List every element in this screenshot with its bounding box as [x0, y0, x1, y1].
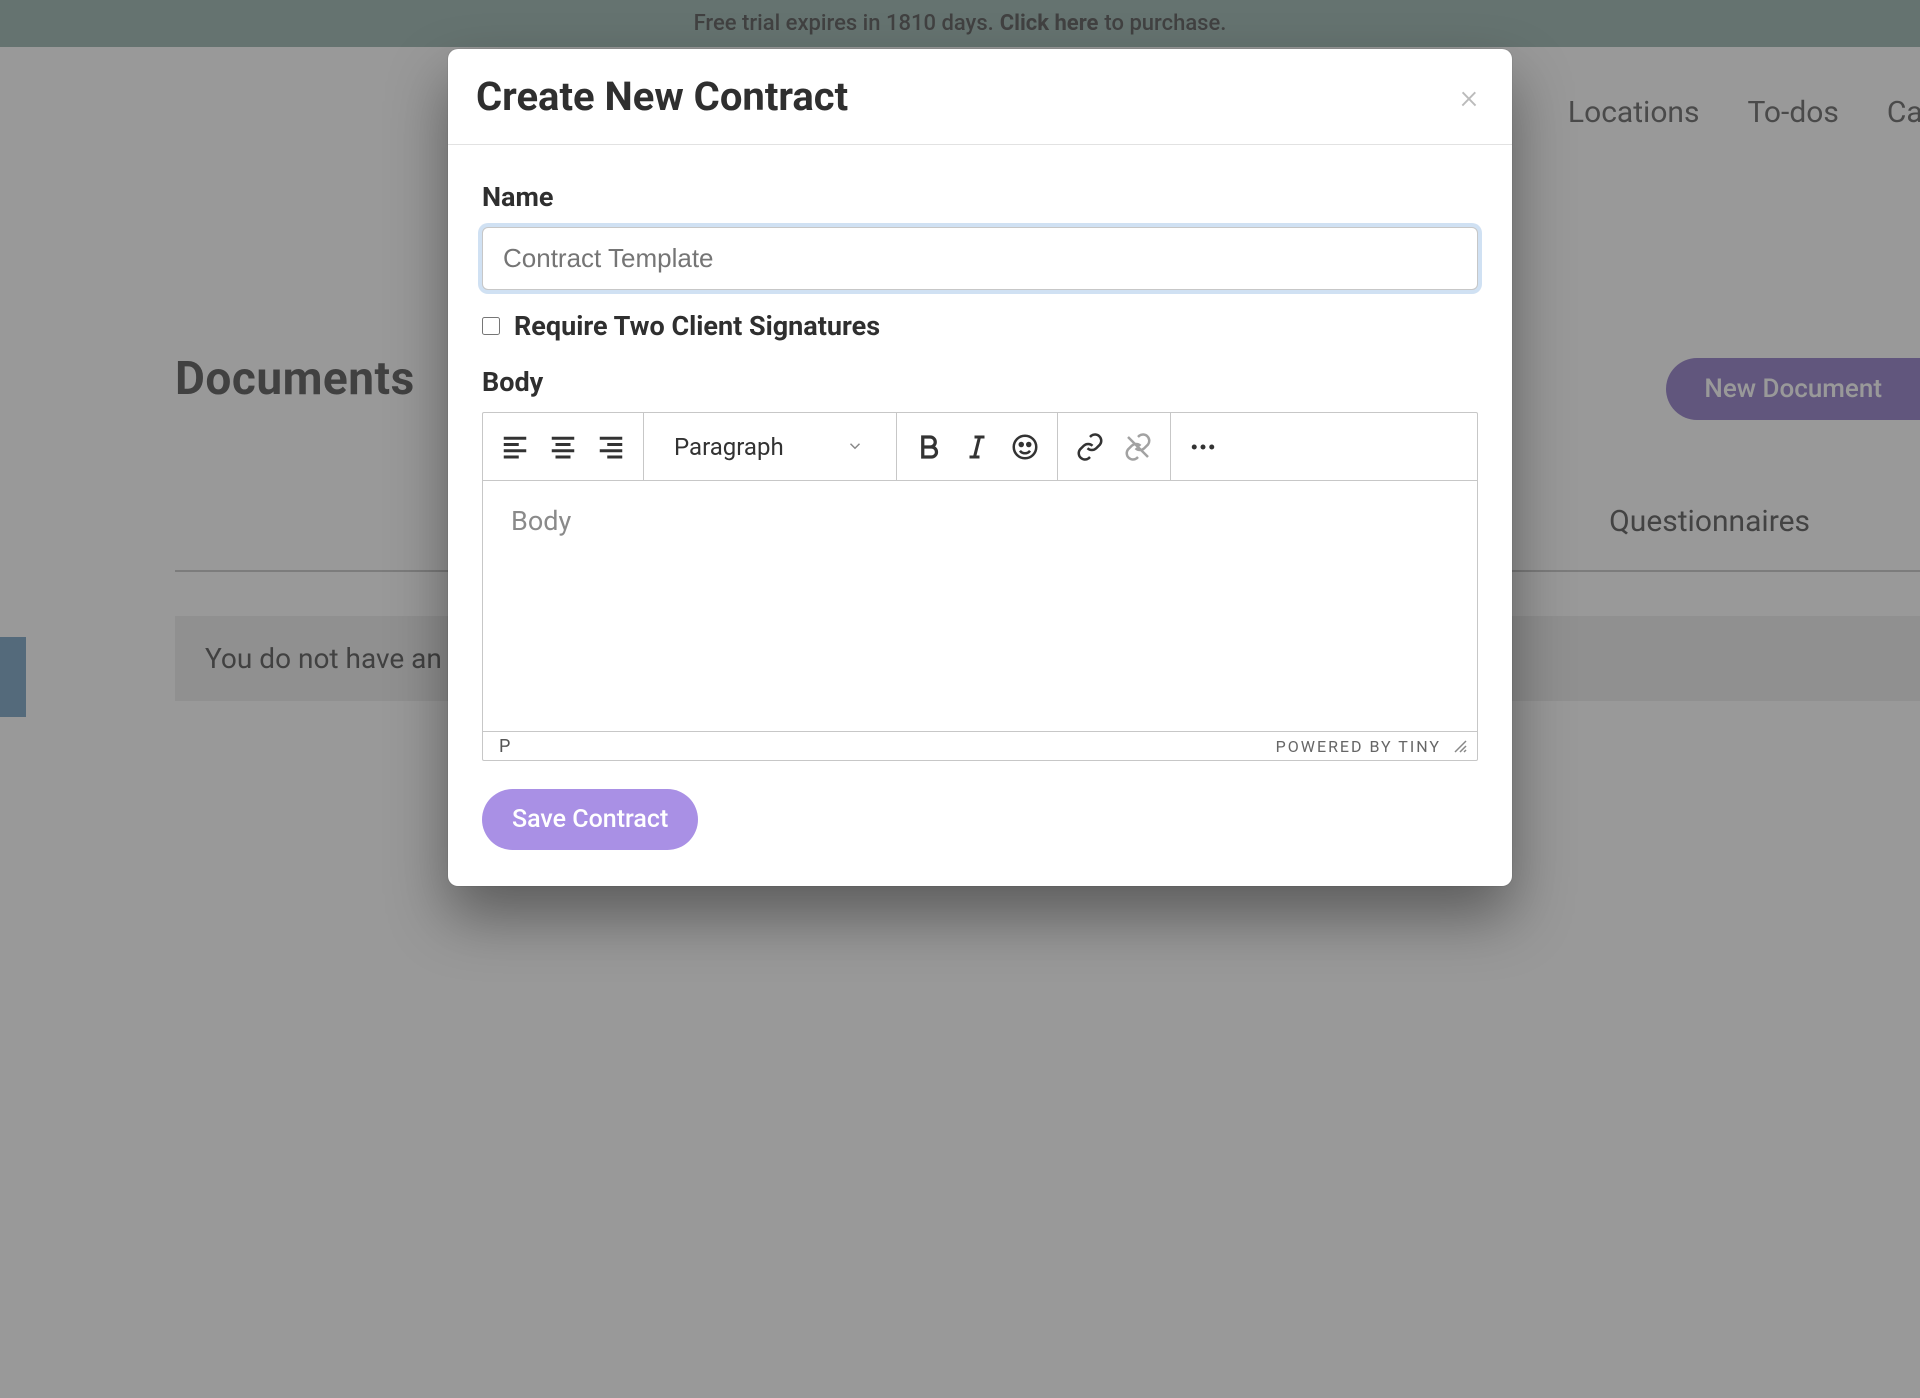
format-dropdown-label: Paragraph [674, 433, 784, 461]
format-dropdown[interactable]: Paragraph [652, 433, 888, 461]
require-two-signatures-label[interactable]: Require Two Client Signatures [514, 310, 880, 342]
body-label: Body [482, 366, 1478, 398]
align-center-icon[interactable] [539, 423, 587, 471]
editor-body[interactable]: Body [483, 481, 1477, 731]
more-icon[interactable] [1179, 423, 1227, 471]
italic-icon[interactable] [953, 423, 1001, 471]
align-right-icon[interactable] [587, 423, 635, 471]
close-icon[interactable]: × [1460, 77, 1478, 117]
editor-toolbar: Paragraph [483, 413, 1477, 481]
powered-by-label: POWERED BY TINY [1276, 737, 1441, 756]
save-contract-button[interactable]: Save Contract [482, 789, 698, 850]
require-two-signatures-checkbox[interactable] [482, 317, 500, 335]
modal-title: Create New Contract [476, 73, 848, 120]
rich-text-editor: Paragraph [482, 412, 1478, 761]
link-icon[interactable] [1066, 423, 1114, 471]
chevron-down-icon [846, 433, 864, 461]
name-label: Name [482, 181, 1478, 213]
resize-handle-icon[interactable] [1451, 737, 1467, 757]
contract-name-input[interactable] [482, 227, 1478, 290]
bold-icon[interactable] [905, 423, 953, 471]
unlink-icon[interactable] [1114, 423, 1162, 471]
create-contract-modal: Create New Contract × Name Require Two C… [448, 49, 1512, 886]
editor-element-path: P [499, 736, 510, 757]
emoji-icon[interactable] [1001, 423, 1049, 471]
align-left-icon[interactable] [491, 423, 539, 471]
